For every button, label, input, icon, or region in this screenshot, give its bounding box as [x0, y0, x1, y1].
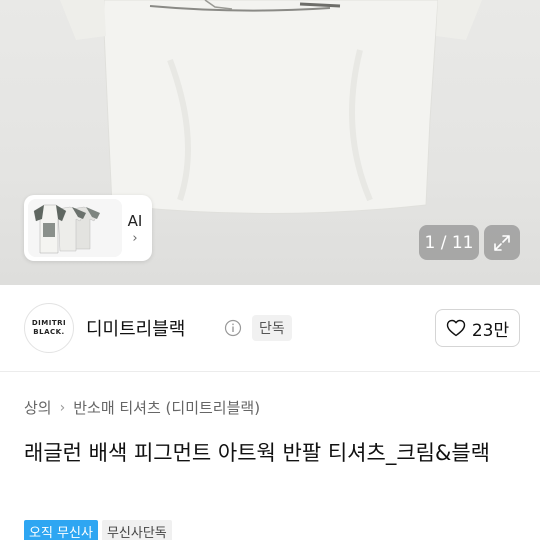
- breadcrumb-item-category[interactable]: 상의: [24, 397, 52, 418]
- thumbnail-image: [28, 199, 122, 257]
- breadcrumb-separator-icon: ›: [59, 399, 66, 416]
- product-title: 래글런 배색 피그먼트 아트웍 반팔 티셔츠_크림&블랙: [24, 441, 490, 465]
- badge-musinsa-only: 오직 무신사: [24, 520, 98, 540]
- brand-logo-line1: DIMITRI: [31, 319, 67, 327]
- section-divider: [0, 371, 540, 372]
- info-icon[interactable]: [224, 319, 242, 337]
- ai-thumbnail-card[interactable]: AI ›: [24, 195, 152, 261]
- heart-icon: [446, 319, 466, 337]
- badge-list: 오직 무신사 무신사단독: [24, 520, 172, 540]
- brand-logo-line2: BLACK.: [33, 328, 65, 336]
- exclusive-tag: 단독: [252, 315, 292, 341]
- product-image-gallery[interactable]: AI › 1 / 11: [0, 0, 540, 285]
- image-counter: 1 / 11: [419, 225, 479, 260]
- like-count: 23만: [471, 320, 510, 341]
- breadcrumb: 상의 › 반소매 티셔츠 (디미트리블랙): [24, 397, 260, 418]
- chevron-right-icon: ›: [132, 230, 138, 246]
- expand-image-button[interactable]: [484, 225, 520, 260]
- ai-label: AI: [127, 211, 143, 230]
- brand-name[interactable]: 디미트리블랙: [86, 315, 185, 341]
- badge-musinsa-exclusive: 무신사단독: [101, 520, 172, 540]
- brand-logo[interactable]: DIMITRI BLACK.: [24, 303, 74, 353]
- like-button[interactable]: 23만: [435, 309, 520, 347]
- expand-icon: [494, 234, 510, 251]
- breadcrumb-item-subcategory[interactable]: 반소매 티셔츠 (디미트리블랙): [73, 397, 260, 418]
- brand-row: DIMITRI BLACK. 디미트리블랙 단독 23만: [24, 303, 520, 353]
